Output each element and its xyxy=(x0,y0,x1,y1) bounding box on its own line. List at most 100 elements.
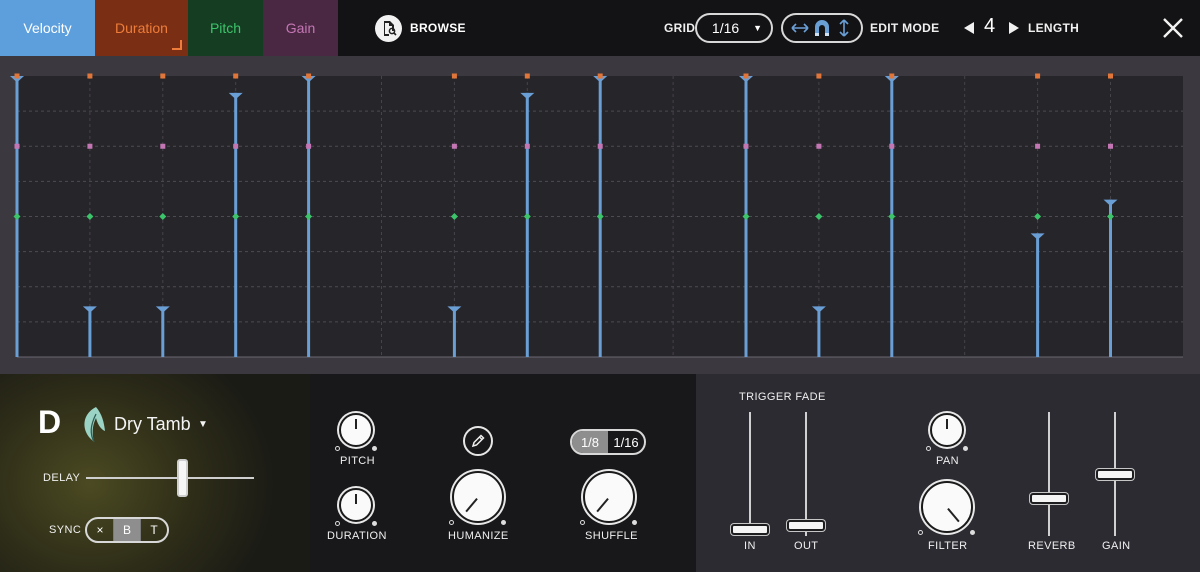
tab-duration-label: Duration xyxy=(115,20,168,36)
filter-label: FILTER xyxy=(928,540,968,552)
sync-toggle-group: × B T xyxy=(85,517,169,543)
duration-marker xyxy=(1108,73,1113,79)
sync-triplet-button[interactable]: T xyxy=(140,519,167,541)
gain-marker xyxy=(87,143,93,149)
delay-label: DELAY xyxy=(43,472,81,484)
pitch-knob[interactable] xyxy=(339,413,373,447)
reverb-slider-track[interactable] xyxy=(1048,412,1050,536)
knob-max-dot xyxy=(501,520,506,525)
grid-value: 1/16 xyxy=(711,20,740,36)
sync-beat-button[interactable]: B xyxy=(113,519,140,541)
horizontal-arrows-icon[interactable] xyxy=(790,18,810,38)
modulation-panel xyxy=(310,374,696,572)
gain-marker xyxy=(1108,143,1113,149)
browse-button[interactable]: BROWSE xyxy=(375,14,466,42)
gain-marker xyxy=(524,143,530,149)
knob-min-dot xyxy=(335,521,340,526)
pencil-icon[interactable] xyxy=(463,426,493,456)
leaf-icon xyxy=(78,404,108,444)
sync-label: SYNC xyxy=(49,524,82,536)
knob-max-dot xyxy=(632,520,637,525)
reverb-slider-handle[interactable] xyxy=(1030,492,1068,504)
grid-select[interactable]: 1/16 ▼ xyxy=(695,13,773,43)
length-value: 4 xyxy=(984,15,996,37)
shuffle-sixteenth-button[interactable]: 1/16 xyxy=(608,431,644,453)
tab-gain[interactable]: Gain xyxy=(263,0,338,56)
humanize-label: HUMANIZE xyxy=(448,530,509,542)
duration-label: DURATION xyxy=(327,530,387,542)
pitch-label: PITCH xyxy=(340,455,375,467)
duration-marker xyxy=(160,73,166,79)
tab-velocity-label: Velocity xyxy=(23,20,72,36)
gain-marker xyxy=(451,143,457,149)
chevron-down-icon: ▼ xyxy=(753,23,763,33)
duration-marker xyxy=(743,73,749,79)
humanize-knob[interactable] xyxy=(452,471,504,523)
edit-mode-group xyxy=(781,13,863,43)
knob-min-dot xyxy=(926,446,931,451)
shuffle-resolution-toggle: 1/8 1/16 xyxy=(570,429,646,455)
tab-pitch[interactable]: Pitch xyxy=(188,0,263,56)
filter-knob[interactable] xyxy=(921,481,973,533)
duration-marker xyxy=(306,73,312,79)
knob-max-dot xyxy=(372,521,377,526)
knob-max-dot xyxy=(970,530,975,535)
tab-velocity[interactable]: Velocity xyxy=(0,0,95,56)
tab-pitch-label: Pitch xyxy=(209,20,242,36)
length-label: LENGTH xyxy=(1028,21,1080,35)
tab-duration[interactable]: Duration xyxy=(95,0,188,56)
duration-marker xyxy=(233,73,239,79)
slot-letter: D xyxy=(38,404,62,440)
gain-label: GAIN xyxy=(1102,540,1131,552)
vertical-arrows-icon[interactable] xyxy=(834,18,854,38)
gain-slider-handle[interactable] xyxy=(1096,469,1134,481)
gain-marker xyxy=(160,143,166,149)
length-increase-icon[interactable] xyxy=(1009,22,1019,34)
tab-gain-label: Gain xyxy=(285,20,316,36)
duration-marker xyxy=(597,73,603,79)
fade-in-label: IN xyxy=(744,540,756,552)
shuffle-label: SHUFFLE xyxy=(585,530,638,542)
magnet-icon[interactable] xyxy=(812,18,832,38)
gain-marker xyxy=(14,143,20,149)
sync-off-button[interactable]: × xyxy=(87,519,113,541)
fade-out-slider-handle[interactable] xyxy=(787,520,825,532)
knob-min-dot xyxy=(580,520,585,525)
duration-marker xyxy=(87,73,93,79)
sample-panel: D Dry Tamb ▼ DELAY SYNC × B T xyxy=(0,374,310,572)
step-editor-canvas[interactable] xyxy=(0,56,1200,374)
fade-in-slider-track[interactable] xyxy=(749,412,751,536)
gain-marker xyxy=(743,143,749,149)
reverb-label: REVERB xyxy=(1028,540,1076,552)
chevron-down-icon[interactable]: ▼ xyxy=(198,419,208,430)
duration-marker xyxy=(524,73,530,79)
duration-marker xyxy=(889,73,895,79)
sample-name-dropdown[interactable]: Dry Tamb xyxy=(114,414,191,435)
close-icon[interactable] xyxy=(1161,16,1185,40)
pan-knob[interactable] xyxy=(930,413,964,447)
gain-marker xyxy=(816,143,822,149)
duration-knob[interactable] xyxy=(339,488,373,522)
delay-slider-track[interactable] xyxy=(86,477,254,479)
knob-min-dot xyxy=(918,530,923,535)
duration-marker xyxy=(816,73,822,79)
knob-min-dot xyxy=(335,446,340,451)
duration-marker xyxy=(451,73,457,79)
edit-mode-label: EDIT MODE xyxy=(870,21,940,35)
delay-slider-handle[interactable] xyxy=(177,459,189,497)
trigger-fade-label: TRIGGER FADE xyxy=(739,391,826,403)
corner-resize-icon xyxy=(172,40,182,50)
knob-min-dot xyxy=(449,520,454,525)
step-editor[interactable] xyxy=(0,56,1200,374)
gain-marker xyxy=(1035,143,1041,149)
fade-in-slider-handle[interactable] xyxy=(731,523,769,535)
duration-marker xyxy=(1035,73,1041,79)
length-decrease-icon[interactable] xyxy=(964,22,974,34)
pan-label: PAN xyxy=(936,455,960,467)
gain-marker xyxy=(597,143,603,149)
browse-label: BROWSE xyxy=(410,21,466,35)
fade-out-slider-track[interactable] xyxy=(805,412,807,536)
shuffle-knob[interactable] xyxy=(583,471,635,523)
shuffle-eighth-button[interactable]: 1/8 xyxy=(572,431,608,453)
browse-file-icon xyxy=(375,14,402,42)
